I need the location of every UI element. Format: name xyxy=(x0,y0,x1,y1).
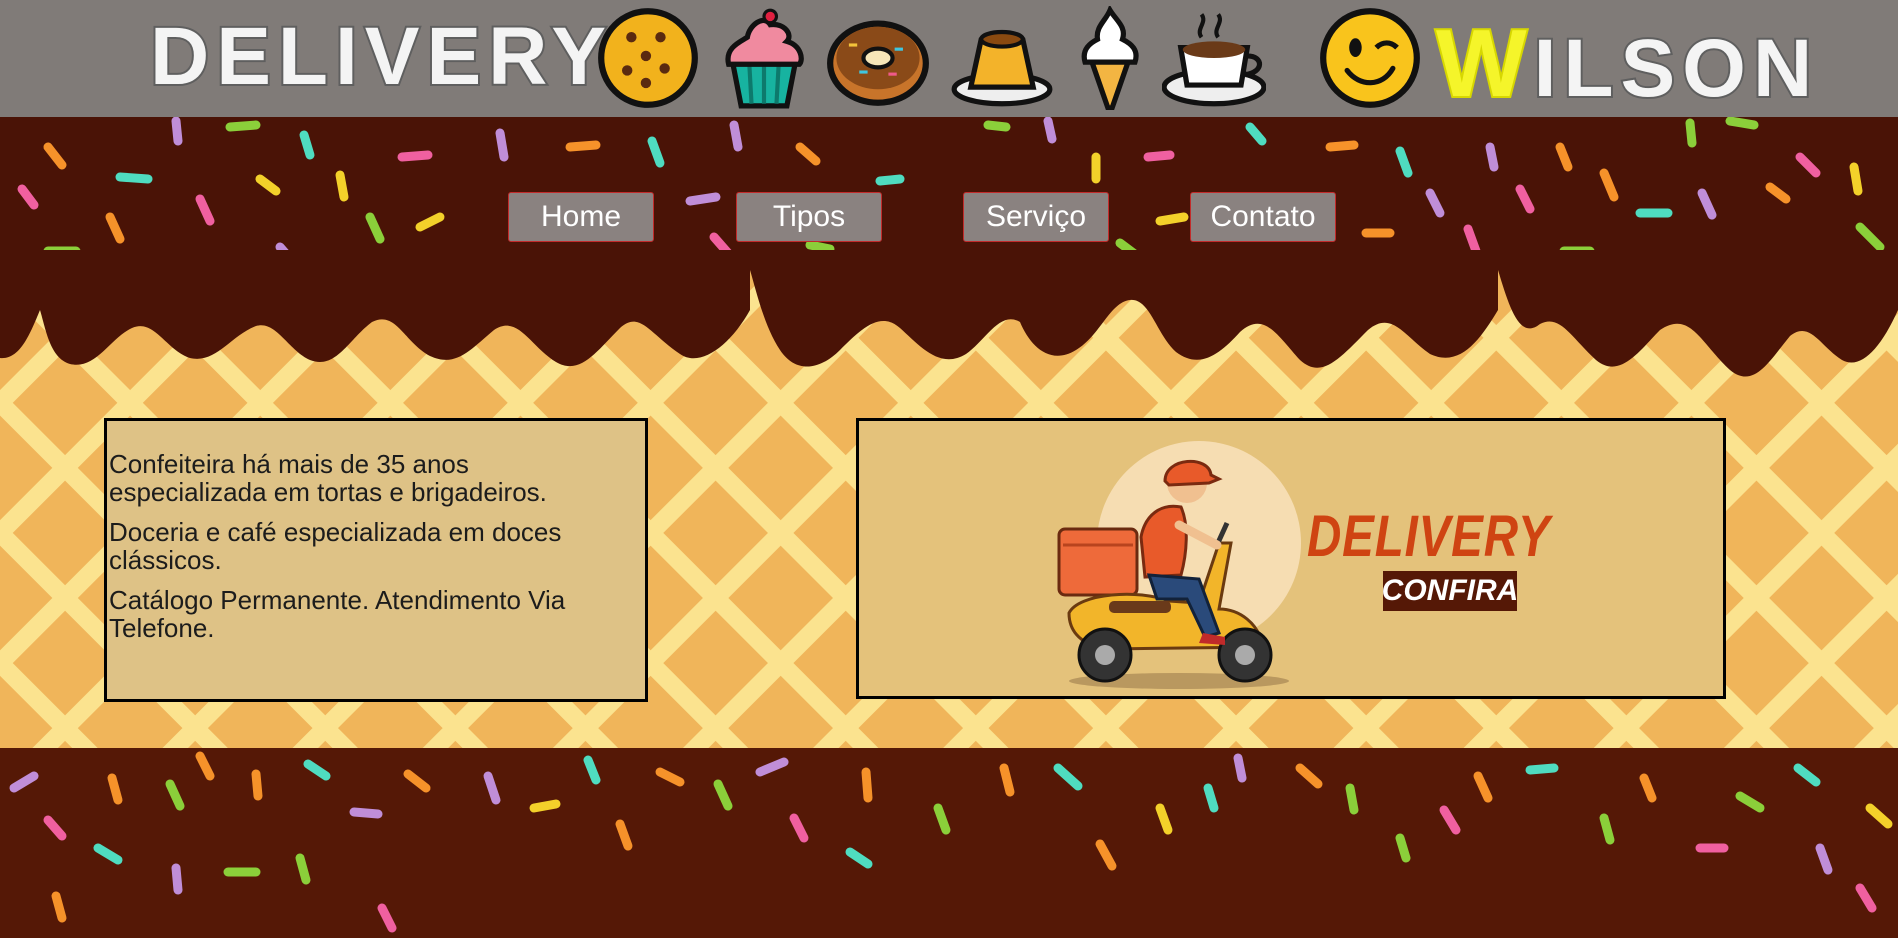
about-info-box: Confeiteira há mais de 35 anos especiali… xyxy=(104,418,648,702)
site-header: DELIVERY WILSON xyxy=(0,0,1898,117)
donut-icon xyxy=(827,20,929,106)
ice-cream-icon xyxy=(1081,6,1139,110)
nav-servico-button[interactable]: Serviço xyxy=(963,192,1109,242)
winking-face-icon xyxy=(1320,8,1420,108)
brand-wilson-rest: ILSON xyxy=(1532,23,1820,114)
brand-wilson-initial: W xyxy=(1434,10,1534,117)
brand-delivery-logo: DELIVERY xyxy=(148,11,614,102)
nav-tipos-button[interactable]: Tipos xyxy=(736,192,882,242)
about-paragraph-experience: Confeiteira há mais de 35 anos especiali… xyxy=(109,449,547,507)
footer-sprinkles-decoration xyxy=(9,751,1893,933)
chocolate-drip-decoration xyxy=(0,250,1898,377)
about-paragraph-catalog: Catálogo Permanente. Atendimento Via Tel… xyxy=(109,585,566,643)
cupcake-icon xyxy=(725,8,804,109)
pudding-icon xyxy=(951,29,1053,107)
coffee-icon xyxy=(1162,13,1266,107)
chocolate-sprinkle-footer xyxy=(0,748,1898,938)
cookie-icon xyxy=(598,8,698,108)
nav-contato-button[interactable]: Contato xyxy=(1190,192,1336,242)
brand-wilson-logo: WILSON xyxy=(1434,14,1820,114)
promo-confira-button[interactable]: CONFIRA xyxy=(1382,571,1518,611)
promo-title: DELIVERY xyxy=(1307,504,1551,569)
scooter-delivery-illustration xyxy=(1057,441,1301,689)
about-paragraph-specialty: Doceria e café especializada em doces cl… xyxy=(109,517,562,575)
delivery-promo-banner[interactable]: DELIVERY CONFIRA xyxy=(856,418,1726,699)
nav-home-button[interactable]: Home xyxy=(508,192,654,242)
